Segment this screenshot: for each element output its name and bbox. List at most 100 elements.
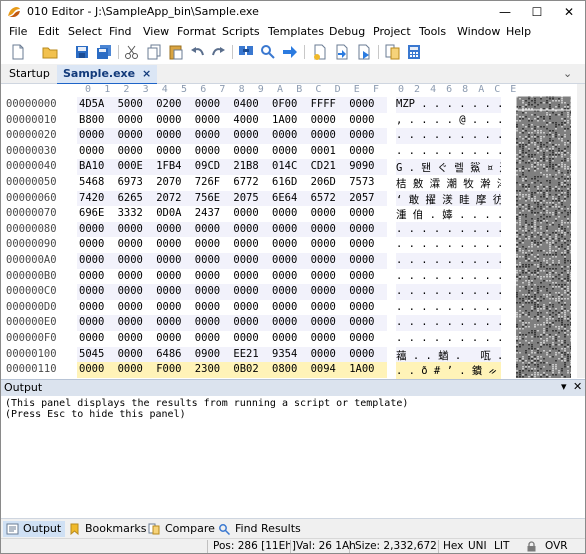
hex-bytes[interactable]: 5045 0000 6486 0900 EE21 9354 0000 0000 <box>77 346 387 363</box>
hex-word[interactable]: 0000 <box>349 254 381 266</box>
hex-word[interactable]: 0001 <box>311 145 343 157</box>
hex-word[interactable]: 206D <box>311 176 343 188</box>
hex-word[interactable]: 0000 <box>156 254 188 266</box>
hex-row[interactable]: 00000080 0000 0000 0000 0000 0000 0000 0000 0000… <box>1 221 516 239</box>
hex-bytes[interactable]: 5468 6973 2070 726F 6772 616D 206D 7573 <box>77 175 387 191</box>
hex-text[interactable]: . . . . . . . . . . <box>396 253 501 270</box>
hex-word[interactable]: 0000 <box>118 363 150 375</box>
hex-word[interactable]: 0000 <box>272 238 304 250</box>
hex-word[interactable]: 0000 <box>156 223 188 235</box>
hex-bytes[interactable]: 0000 0000 0000 0000 0000 0000 0000 0000 <box>77 221 387 238</box>
hex-word[interactable]: 0000 <box>311 254 343 266</box>
hex-word[interactable]: 0000 <box>311 285 343 297</box>
maximize-button[interactable]: ☐ <box>521 1 553 23</box>
hex-word[interactable]: 726F <box>195 176 227 188</box>
hex-word[interactable]: 7573 <box>349 176 381 188</box>
hex-word[interactable]: 0000 <box>79 129 111 141</box>
hex-bytes[interactable]: 0000 0000 0000 0000 0000 0000 0000 0000 <box>77 268 387 285</box>
menu-templates[interactable]: Templates <box>268 25 324 38</box>
hex-row[interactable]: 000000A0 0000 0000 0000 0000 0000 0000 0000 0000… <box>1 253 516 270</box>
hex-word[interactable]: 014C <box>272 160 304 172</box>
hex-word[interactable]: 0000 <box>311 348 343 360</box>
hex-row[interactable]: 00000060 7420 6265 2072 756E 2075 6E64 6572 2057… <box>1 190 516 208</box>
hex-word[interactable]: 0000 <box>311 223 343 235</box>
hex-word[interactable]: 0000 <box>156 238 188 250</box>
hex-word[interactable]: 6486 <box>156 348 188 360</box>
hex-editor[interactable]: 0123456789ABCDEF 0 2 4 6 8 A C E 0000000… <box>1 84 577 379</box>
hex-word[interactable]: 0000 <box>272 129 304 141</box>
hex-word[interactable]: 0000 <box>272 254 304 266</box>
hex-word[interactable]: 0000 <box>349 301 381 313</box>
open-folder-icon[interactable] <box>41 43 59 61</box>
hex-word[interactable]: 0000 <box>233 270 265 282</box>
hex-word[interactable]: 1FB4 <box>156 160 188 172</box>
hex-word[interactable]: 0000 <box>118 129 150 141</box>
hex-word[interactable]: 1A00 <box>272 114 304 126</box>
tab-output[interactable]: Output <box>3 521 66 537</box>
hex-row[interactable]: 000000D0 0000 0000 0000 0000 0000 0000 0000 0000… <box>1 299 516 317</box>
hex-text[interactable]: . . . . . . . . . . <box>396 237 501 254</box>
hex-text[interactable]: . . . . . . . . . . <box>396 299 501 317</box>
hex-word[interactable]: 0000 <box>311 207 343 219</box>
hex-bytes[interactable]: 0000 0000 F000 2300 0B02 0800 0094 1A00 <box>77 362 387 378</box>
hex-word[interactable]: 0000 <box>156 316 188 328</box>
hex-word[interactable]: 0000 <box>311 316 343 328</box>
hex-word[interactable]: 9354 <box>272 348 304 360</box>
hex-bytes[interactable]: 696E 3332 0D0A 2437 0000 0000 0000 0000 <box>77 206 387 222</box>
hex-word[interactable]: 0000 <box>233 238 265 250</box>
hex-word[interactable]: 0000 <box>79 316 111 328</box>
hex-word[interactable]: 0000 <box>272 301 304 313</box>
menu-find[interactable]: Find <box>109 25 132 38</box>
hex-text[interactable]: 桔 敫 瀮 潮 牧 澣 淬 獵 <box>396 175 501 192</box>
tab-sample-exe[interactable]: Sample.exe × <box>57 65 158 85</box>
hex-bytes[interactable]: 0000 0000 0000 0000 0000 0000 0000 0000 <box>77 299 387 316</box>
hex-word[interactable]: 0000 <box>79 363 111 375</box>
hex-word[interactable]: 0000 <box>272 285 304 297</box>
hex-row[interactable]: 00000000 4D5A 5000 0200 0000 0400 0F00 FFFF 0000… <box>1 97 516 114</box>
hex-word[interactable]: 0000 <box>272 207 304 219</box>
hex-row[interactable]: 00000070 696E 3332 0D0A 2437 0000 0000 0000 0000… <box>1 206 516 223</box>
hex-bytes[interactable]: 0000 0000 0000 0000 0000 0000 0000 0000 <box>77 253 387 269</box>
hex-row[interactable]: 00000030 0000 0000 0000 0000 0000 0000 0001 0000… <box>1 143 516 161</box>
hex-word[interactable]: 0000 <box>311 129 343 141</box>
menu-select[interactable]: Select <box>68 25 102 38</box>
hex-word[interactable]: 5468 <box>79 176 111 188</box>
hex-word[interactable]: 0000 <box>195 285 227 297</box>
menu-tools[interactable]: Tools <box>419 25 446 38</box>
hex-row[interactable]: 00000020 0000 0000 0000 0000 0000 0000 0000 0000… <box>1 128 516 145</box>
hex-word[interactable]: 0000 <box>118 301 150 313</box>
hex-word[interactable]: 0000 <box>195 254 227 266</box>
tab-list-chevron-icon[interactable]: ⌄ <box>557 65 578 83</box>
hex-word[interactable]: 0000 <box>349 223 381 235</box>
goto-icon[interactable] <box>281 43 299 61</box>
hex-bytes[interactable]: 7420 6265 2072 756E 2075 6E64 6572 2057 <box>77 190 387 207</box>
hex-word[interactable]: 0000 <box>118 270 150 282</box>
hex-word[interactable]: 0000 <box>156 285 188 297</box>
hex-word[interactable]: 2300 <box>195 363 227 375</box>
panel-close-icon[interactable]: ✕ <box>573 380 582 393</box>
tab-startup[interactable]: Startup <box>3 65 56 83</box>
hex-word[interactable]: 2437 <box>195 207 227 219</box>
hex-word[interactable]: 0000 <box>233 129 265 141</box>
hex-word[interactable]: 0F00 <box>272 98 304 110</box>
menu-view[interactable]: View <box>143 25 169 38</box>
hex-word[interactable]: 0000 <box>349 129 381 141</box>
hex-word[interactable]: 6E64 <box>272 192 304 204</box>
hex-bytes[interactable]: 0000 0000 0000 0000 0000 0000 0000 0000 <box>77 315 387 331</box>
hex-text[interactable]: . . . . . . . . . . <box>396 221 501 239</box>
file-minimap[interactable] <box>515 95 572 378</box>
hex-text[interactable]: . . . . . . . . . . <box>396 315 501 332</box>
hex-word[interactable]: 1A00 <box>349 363 381 375</box>
hex-word[interactable]: 6265 <box>118 192 150 204</box>
hex-word[interactable]: 7420 <box>79 192 111 204</box>
hex-row[interactable]: 00000050 5468 6973 2070 726F 6772 616D 206D 7573… <box>1 175 516 192</box>
hex-word[interactable]: 4D5A <box>79 98 111 110</box>
find-in-files-icon[interactable] <box>259 43 277 61</box>
hex-row[interactable]: 00000040 BA10 000E 1FB4 09CD 21B8 014C CD21 9090… <box>1 159 516 176</box>
hex-word[interactable]: 0000 <box>118 238 150 250</box>
hex-row[interactable]: 000000F0 0000 0000 0000 0000 0000 0000 0000 0000… <box>1 331 516 348</box>
hex-word[interactable]: 0000 <box>118 316 150 328</box>
hex-word[interactable]: 09CD <box>195 160 227 172</box>
hex-word[interactable]: 0000 <box>195 98 227 110</box>
hex-word[interactable]: 0000 <box>195 238 227 250</box>
